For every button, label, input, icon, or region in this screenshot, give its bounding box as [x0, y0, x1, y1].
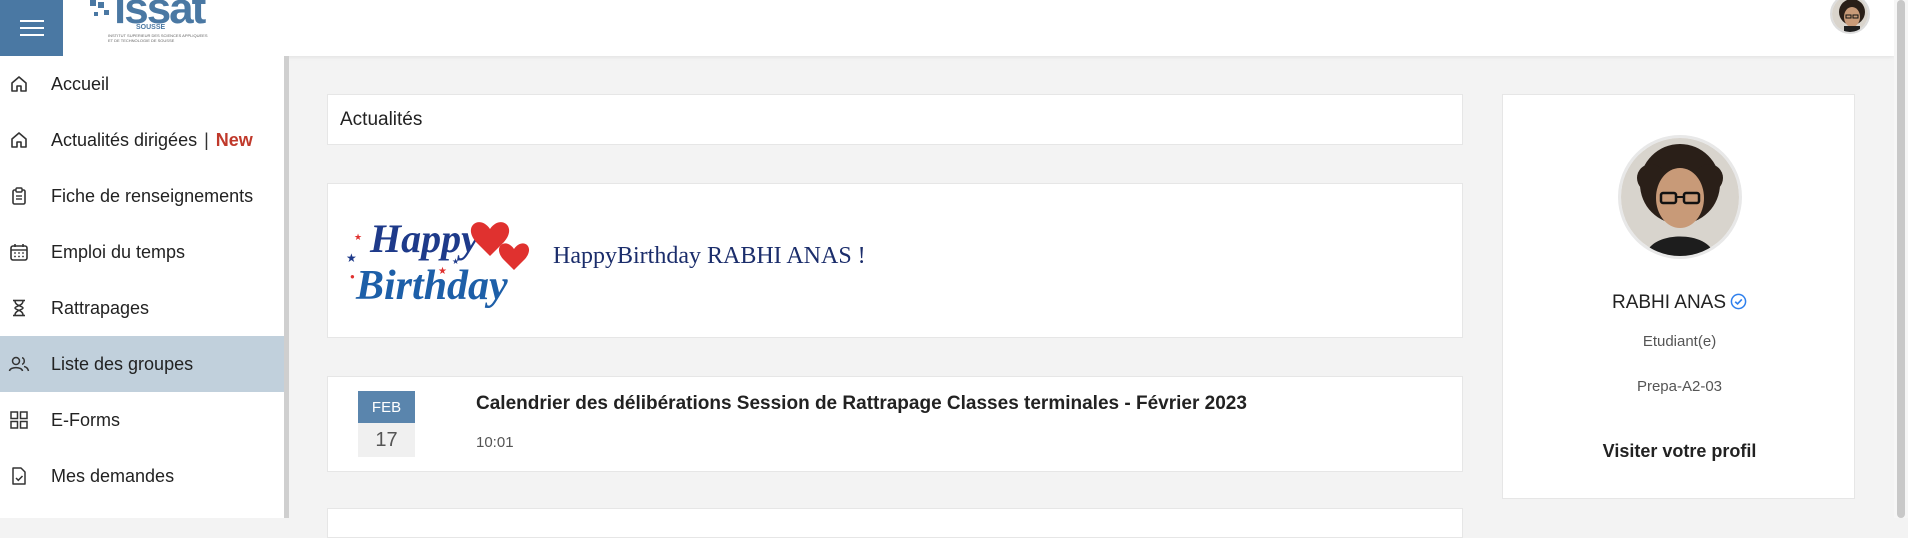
- avatar-photo-icon: [1832, 0, 1868, 32]
- sidebar-item-accueil[interactable]: Accueil: [0, 56, 284, 112]
- date-month: FEB: [358, 391, 415, 423]
- sidebar-item-rattrapages[interactable]: Rattrapages: [0, 280, 284, 336]
- svg-text:★: ★: [452, 257, 459, 266]
- image-text-birthday: Birthday: [355, 263, 508, 309]
- menu-icon-line: [19, 20, 44, 22]
- sidebar-item-label: Actualités dirigées: [51, 129, 198, 150]
- grid-icon: [8, 409, 30, 431]
- sidebar-item-e-forms[interactable]: E-Forms: [0, 392, 284, 448]
- new-badge: New: [215, 129, 253, 150]
- birthday-message: HappyBirthday RABHI ANAS !: [553, 243, 866, 269]
- sidebar-item-label-group: Actualités dirigées | New: [51, 130, 253, 151]
- sidebar-item-mes-demandes[interactable]: Mes demandes: [0, 448, 284, 504]
- sidebar-item-label: Mes demandes: [51, 465, 175, 486]
- document-check-icon: [8, 465, 30, 487]
- verified-badge-icon: [1730, 293, 1747, 310]
- hourglass-icon: [8, 297, 30, 319]
- sidebar-item-label: Emploi du temps: [51, 241, 186, 262]
- news-time: 10:01: [476, 434, 514, 451]
- calendar-icon: [8, 241, 30, 263]
- birthday-card: Happy Birthday ★ ★ ★ ★ ● HappyBirthday R…: [327, 183, 1463, 338]
- sidebar-item-emploi-du-temps[interactable]: Emploi du temps: [0, 224, 284, 280]
- date-day: 17: [358, 423, 415, 457]
- image-text-happy: Happy: [369, 216, 479, 261]
- home-icon: [8, 129, 30, 151]
- svg-text:★: ★: [438, 266, 447, 277]
- svg-text:★: ★: [346, 251, 357, 265]
- page-scrollbar[interactable]: [1894, 0, 1908, 518]
- logo-tagline: INSTITUT SUPERIEUR DES SCIENCES APPLIQUE…: [108, 33, 208, 43]
- menu-icon-line: [19, 34, 44, 36]
- happy-birthday-image: Happy Birthday ★ ★ ★ ★ ●: [346, 216, 530, 309]
- news-item-partial: [327, 508, 1463, 538]
- logo-subtitle: SOUSSE: [136, 24, 166, 31]
- separator: |: [204, 129, 209, 150]
- hamburger-menu-button[interactable]: [0, 0, 63, 56]
- news-item[interactable]: FEB 17 Calendrier des délibérations Sess…: [327, 376, 1463, 472]
- news-section-header: Actualités: [327, 94, 1463, 145]
- profile-photo-icon: [1621, 138, 1739, 256]
- sidebar-item-actualites-dirigees[interactable]: Actualités dirigées | New: [0, 112, 284, 168]
- sidebar-item-label: Fiche de renseignements: [51, 185, 254, 206]
- top-bar: issat SOUSSE INSTITUT SUPERIEUR DES SCIE…: [0, 0, 1894, 56]
- profile-group: Prepa-A2-03: [1636, 378, 1723, 395]
- section-title: Actualités: [340, 109, 423, 130]
- clipboard-icon: [8, 185, 30, 207]
- visit-profile-link[interactable]: Visiter votre profil: [1503, 441, 1856, 462]
- scrollbar-thumb[interactable]: [1897, 0, 1905, 518]
- profile-role: Etudiant(e): [1642, 333, 1717, 350]
- users-icon: [8, 353, 30, 375]
- profile-card: RABHI ANAS Etudiant(e) Prepa-A2-03 Visit…: [1502, 94, 1855, 499]
- sidebar-item-label: E-Forms: [51, 409, 120, 430]
- sidebar-item-fiche-renseignements[interactable]: Fiche de renseignements: [0, 168, 284, 224]
- home-icon: [8, 73, 30, 95]
- user-avatar[interactable]: [1830, 0, 1870, 34]
- sidebar-item-liste-des-groupes[interactable]: Liste des groupes: [0, 336, 284, 392]
- sidebar-item-label: Accueil: [51, 73, 110, 94]
- sidebar: Accueil Actualités dirigées | New Fiche …: [0, 56, 289, 518]
- profile-name-row: RABHI ANAS: [1503, 292, 1856, 314]
- sidebar-item-label: Liste des groupes: [51, 353, 194, 374]
- issat-logo[interactable]: issat SOUSSE INSTITUT SUPERIEUR DES SCIE…: [88, 0, 218, 50]
- news-title-link[interactable]: Calendrier des délibérations Session de …: [476, 393, 1247, 415]
- sidebar-item-label: Rattrapages: [51, 297, 150, 318]
- profile-avatar: [1618, 135, 1742, 259]
- svg-text:★: ★: [354, 232, 362, 242]
- svg-text:●: ●: [350, 272, 355, 281]
- profile-name: RABHI ANAS: [1611, 292, 1727, 313]
- menu-icon-line: [19, 27, 44, 29]
